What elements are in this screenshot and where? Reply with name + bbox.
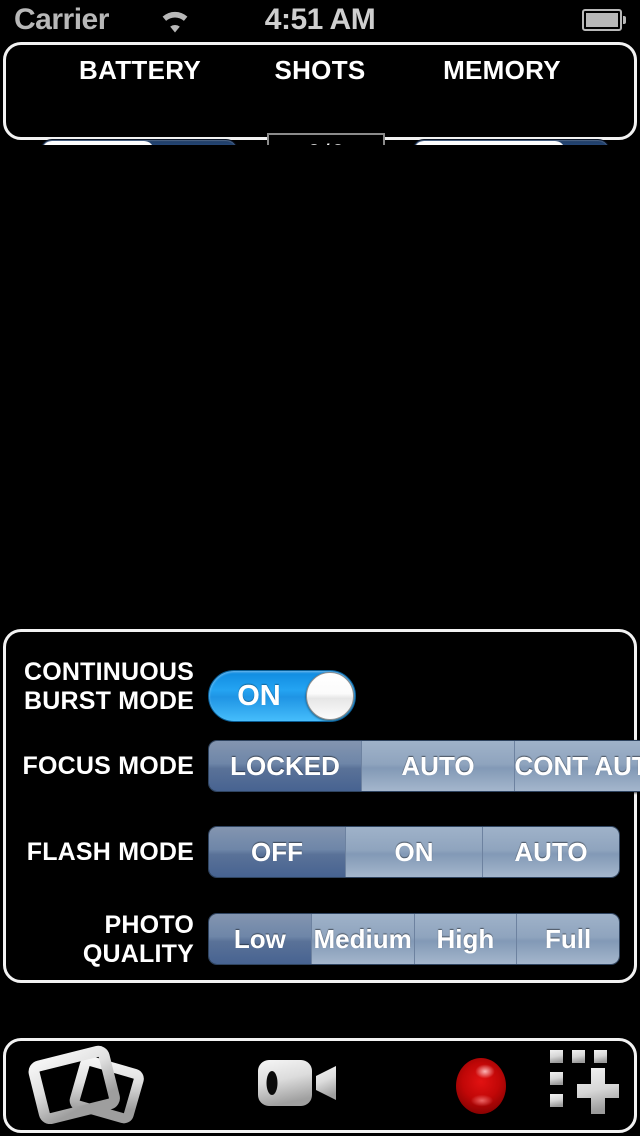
grid-plus-icon <box>547 1048 621 1123</box>
segment-label: AUTO <box>514 836 588 867</box>
grid-add-button[interactable] <box>534 1041 634 1130</box>
photo-quality-label: PHOTO QUALITY <box>6 911 194 969</box>
status-bar: Carrier 4:51 AM <box>0 0 640 40</box>
photo-quality-option-low[interactable]: Low <box>209 914 312 964</box>
photo-quality-option-full[interactable]: Full <box>517 914 619 964</box>
burst-mode-toggle-value: ON <box>237 679 281 712</box>
segment-label: OFF <box>251 836 303 867</box>
focus-mode-label: FOCUS MODE <box>22 752 194 780</box>
focus-mode-option-locked[interactable]: LOCKED <box>209 741 362 791</box>
photo-quality-segmented-control[interactable]: Low Medium High Full <box>208 913 620 965</box>
burst-mode-label-line1: CONTINUOUS <box>23 658 194 686</box>
flash-mode-option-auto[interactable]: AUTO <box>483 827 619 877</box>
settings-panel: CONTINUOUS BURST MODE ON FOCUS MODE LOCK… <box>3 629 640 983</box>
photo-quality-label-line2: QUALITY <box>82 940 194 968</box>
flash-mode-label: FLASH MODE <box>26 838 194 866</box>
segment-label: LOCKED <box>230 750 340 781</box>
segment-label: Full <box>545 923 592 954</box>
toggle-knob[interactable] <box>306 672 354 720</box>
segment-label: Medium <box>313 923 412 954</box>
setting-row-flash-mode: FLASH MODE OFF ON AUTO <box>6 822 640 882</box>
battery-icon <box>582 9 626 31</box>
segment-label: Low <box>233 923 286 954</box>
camera-viewfinder[interactable] <box>0 145 640 625</box>
status-panel: BATTERY SHOTS MEMORY 0/6 <box>3 42 637 175</box>
video-camera-icon <box>256 1054 342 1117</box>
photo-quality-option-high[interactable]: High <box>414 914 518 964</box>
focus-mode-segmented-control[interactable]: LOCKED AUTO CONT AUTO <box>208 740 640 792</box>
photos-stack-icon <box>26 1042 144 1129</box>
battery-label: BATTERY <box>79 55 201 85</box>
memory-label: MEMORY <box>443 55 561 85</box>
setting-row-photo-quality: PHOTO QUALITY Low Medium High Full <box>6 908 640 970</box>
camera-app-screen: Carrier 4:51 AM BATTERY SHOTS MEMORY 0/6 <box>0 0 640 1136</box>
segment-label: ON <box>394 836 434 867</box>
shots-label: SHOTS <box>274 55 366 85</box>
segment-label: CONT AUTO <box>515 750 640 781</box>
photo-quality-label-line1: PHOTO <box>104 911 194 939</box>
setting-row-focus-mode: FOCUS MODE LOCKED AUTO CONT AUTO <box>6 736 640 796</box>
flash-mode-segmented-control[interactable]: OFF ON AUTO <box>208 826 620 878</box>
status-bar-time: 4:51 AM <box>264 3 376 36</box>
setting-row-burst-mode: CONTINUOUS BURST MODE ON <box>6 650 640 728</box>
burst-mode-label: CONTINUOUS BURST MODE <box>6 658 194 716</box>
flash-mode-option-on[interactable]: ON <box>346 827 483 877</box>
gallery-button[interactable] <box>10 1041 160 1130</box>
focus-mode-option-cont-auto[interactable]: CONT AUTO <box>515 741 640 791</box>
photo-quality-option-medium[interactable]: Medium <box>311 914 415 964</box>
segment-label: High <box>436 923 495 954</box>
focus-mode-option-auto[interactable]: AUTO <box>362 741 515 791</box>
burst-mode-label-line2: BURST MODE <box>23 687 194 715</box>
segment-label: AUTO <box>401 750 475 781</box>
record-button-icon <box>456 1057 506 1114</box>
bottom-toolbar <box>3 1038 637 1133</box>
flash-mode-option-off[interactable]: OFF <box>209 827 346 877</box>
video-mode-button[interactable] <box>224 1041 374 1130</box>
burst-mode-toggle[interactable]: ON <box>208 670 356 722</box>
